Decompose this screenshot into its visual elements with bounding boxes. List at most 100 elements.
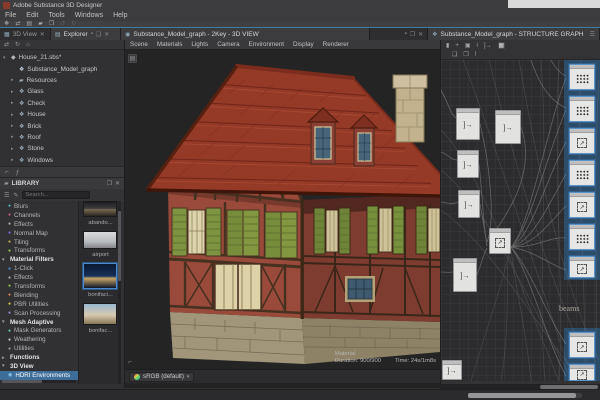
filter-icon[interactable]: ☰ (4, 192, 9, 199)
hdri-thumbnail-abandoned[interactable] (83, 201, 117, 217)
tree-item-house[interactable]: ▸ ❖ House (0, 109, 124, 120)
library-section-material-filters[interactable]: ▾Material Filters (0, 255, 78, 264)
library-item-transforms[interactable]: ●Transforms (0, 246, 78, 255)
pin-icon[interactable]: ▪ (91, 31, 93, 37)
hdri-thumbnail-bonifacio-day[interactable] (83, 303, 117, 325)
info-icon[interactable]: i (477, 43, 478, 49)
align-icon[interactable]: ]→ (484, 43, 492, 49)
comment-icon[interactable]: ❏ (452, 51, 457, 58)
chevron-down-icon[interactable]: ▾ (3, 55, 8, 61)
color-profile-dropdown[interactable]: sRGB (default) ▾ (129, 372, 194, 382)
function-icon[interactable]: ƒ (16, 169, 20, 176)
vp-menu-display[interactable]: Display (293, 41, 314, 48)
copy-icon[interactable]: ❐ (463, 51, 468, 58)
library-item-normal-map[interactable]: ●Normal Map (0, 229, 78, 238)
menu-tools[interactable]: Tools (48, 12, 64, 19)
tree-item-roof[interactable]: ▸ ❖ Roof (0, 132, 124, 143)
graph-node-merge[interactable]: ]→ (456, 108, 480, 140)
graph-node-merge[interactable]: ]→ (457, 150, 479, 178)
graph-node-transform-selected[interactable]: ↗ (569, 256, 595, 278)
chevron-right-icon[interactable]: ▸ (11, 100, 16, 106)
library-item-hdri-environments[interactable]: ◉HDRI Environments (0, 371, 78, 380)
vp-menu-materials[interactable]: Materials (157, 41, 183, 48)
library-item-tiling[interactable]: ●Tiling (0, 238, 78, 247)
library-item-blurs[interactable]: ●Blurs (0, 202, 78, 211)
library-item-mask-generators[interactable]: ●Mask Generators (0, 326, 78, 335)
tab-3d-viewport[interactable]: ◉ Substance_Model_graph - 2Key - 3D VIEW (121, 28, 369, 40)
library-horizontal-scrollbar[interactable] (2, 380, 76, 383)
library-item-blending[interactable]: ●Blending (0, 291, 78, 300)
menu-icon[interactable]: ☰ (590, 31, 595, 38)
menu-help[interactable]: Help (113, 12, 127, 19)
vp-menu-renderer[interactable]: Renderer (323, 41, 349, 48)
graph-node-tile-sampler-selected[interactable] (569, 96, 595, 122)
hdri-thumbnail-bonifacio-selected[interactable] (83, 263, 117, 289)
chevron-right-icon[interactable]: ▸ (11, 89, 16, 95)
vp-menu-scene[interactable]: Scene (130, 41, 148, 48)
library-section-3d-view[interactable]: ▾3D View (0, 362, 78, 371)
pin-icon[interactable]: ▪ (405, 31, 407, 37)
float-icon[interactable]: ❐ (107, 180, 112, 187)
menu-windows[interactable]: Windows (75, 12, 103, 19)
library-item-scan-processing[interactable]: ●Scan Processing (0, 309, 78, 318)
library-item-effects[interactable]: ●Effects (0, 220, 78, 229)
library-item-weathering[interactable]: ●Weathering (0, 335, 78, 344)
chevron-right-icon[interactable]: ▸ (11, 123, 16, 129)
library-section-mesh-adaptive[interactable]: ▾Mesh Adaptive (0, 318, 78, 327)
close-icon[interactable]: ✕ (418, 31, 423, 38)
bookmark-icon[interactable]: ▮ (446, 42, 449, 49)
tree-root[interactable]: ▾ ◆ House_21.sbs* (0, 52, 124, 63)
library-item-utilities[interactable]: ●Utilities (0, 344, 78, 353)
graph-node-tile-sampler-selected[interactable] (569, 224, 595, 250)
graph-node-tile-sampler-selected[interactable] (569, 160, 595, 186)
chevron-right-icon[interactable]: ▸ (11, 77, 16, 83)
vp-menu-environment[interactable]: Environment (249, 41, 284, 48)
close-icon[interactable]: ✕ (115, 180, 120, 187)
chevron-right-icon[interactable]: ▸ (11, 146, 16, 152)
graph-canvas[interactable]: ]→ ]→ ]→ ]→ ]→ ↗ ]→ ↗ ↗ ↗ ↗ ↗ beams (441, 60, 600, 381)
warning-icon[interactable]: ! (475, 52, 477, 58)
viewport-3d-canvas[interactable]: ▤ ⌐ Material Duration: 900/900Time: 24s/… (125, 50, 440, 369)
library-item-pbr-utilities[interactable]: ●PBR Utilities (0, 300, 78, 309)
graph-node-transform-selected[interactable]: ↗ (569, 192, 595, 218)
tab-structure-graph[interactable]: ❖ Substance_Model_graph - STRUCTURE GRAP… (428, 28, 600, 40)
library-item-channels[interactable]: ●Channels (0, 211, 78, 220)
close-icon[interactable]: ✕ (104, 31, 109, 38)
vp-menu-camera[interactable]: Camera (217, 41, 239, 48)
viewport-settings-icon[interactable]: ▤ (128, 54, 137, 63)
tree-item-stone[interactable]: ▸ ❖ Stone (0, 143, 124, 154)
layout-icon[interactable]: ▦ (498, 42, 506, 49)
tree-item-graph[interactable]: ❖ Substance_Model_graph (0, 63, 124, 74)
tree-item-brick[interactable]: ▸ ❖ Brick (0, 120, 124, 131)
graph-node-tile-sampler-selected[interactable] (569, 64, 595, 90)
float-icon[interactable]: ❐ (410, 31, 415, 38)
tree-item-resources[interactable]: ▸ ▰ Resources (0, 75, 124, 86)
graph-node-merge[interactable]: ]→ (458, 190, 480, 218)
dock-icon[interactable]: ❏ (96, 31, 101, 38)
chevron-right-icon[interactable]: ▸ (11, 134, 16, 140)
graph-node-transform-selected[interactable]: ↗ (569, 128, 595, 154)
library-item-transforms-2[interactable]: ●Transforms (0, 282, 78, 291)
refresh-icon[interactable]: ↻ (15, 41, 20, 48)
library-search-input[interactable] (22, 191, 90, 199)
menu-edit[interactable]: Edit (26, 12, 38, 19)
chevron-right-icon[interactable]: ▸ (11, 112, 16, 118)
tab-explorer[interactable]: ▤ Explorer ▪ ❏ ✕ (51, 28, 121, 40)
library-item-effects-2[interactable]: ●Effects (0, 273, 78, 282)
graph-node-merge[interactable]: ]→ (495, 110, 521, 144)
menu-file[interactable]: File (5, 12, 16, 19)
chevron-right-icon[interactable]: ▸ (11, 157, 16, 163)
edit-icon[interactable]: ✎ (13, 192, 18, 199)
library-section-functions[interactable]: ▸Functions (0, 353, 78, 362)
thumbnail-scrollbar[interactable] (118, 201, 121, 384)
tab-3d-view[interactable]: ▦ 3D View ✕ (0, 28, 51, 40)
focus-icon[interactable]: + (455, 43, 459, 49)
vp-menu-lights[interactable]: Lights (191, 41, 208, 48)
tree-item-check[interactable]: ▸ ❖ Check (0, 98, 124, 109)
tree-item-windows[interactable]: ▸ ❖ Windows (0, 155, 124, 166)
library-item-1-click[interactable]: ●1-Click (0, 264, 78, 273)
graph-node-merge[interactable]: ]→ (442, 360, 462, 380)
graph-node-transform[interactable]: ↗ (489, 228, 511, 254)
camera-icon[interactable]: ▣ (465, 42, 471, 49)
graph-node-transform-selected[interactable]: ↗ (569, 332, 595, 358)
